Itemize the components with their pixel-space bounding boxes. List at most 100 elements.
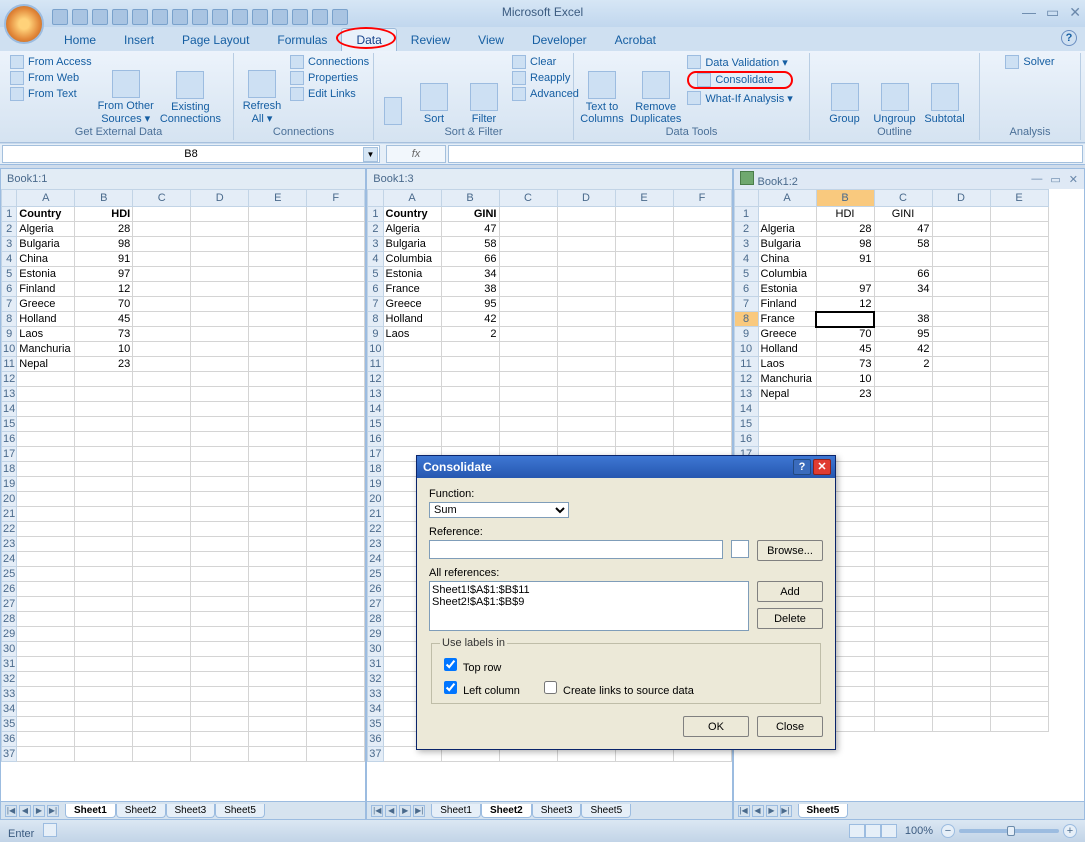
create-links-checkbox[interactable]: [544, 681, 557, 694]
cell[interactable]: [874, 702, 932, 717]
cell[interactable]: [932, 642, 990, 657]
cell[interactable]: 10: [75, 342, 133, 357]
cell[interactable]: [990, 282, 1048, 297]
cell[interactable]: [191, 657, 249, 672]
cell[interactable]: [17, 537, 75, 552]
cell[interactable]: [874, 252, 932, 267]
cell[interactable]: [874, 657, 932, 672]
cell[interactable]: [75, 582, 133, 597]
cell[interactable]: Bulgaria: [758, 237, 816, 252]
cell[interactable]: Holland: [383, 312, 441, 327]
cell[interactable]: [133, 552, 191, 567]
reapply-button[interactable]: Reapply: [512, 71, 579, 85]
pagebreak-view-button[interactable]: [881, 824, 897, 838]
cell[interactable]: [249, 732, 307, 747]
cell[interactable]: [191, 747, 249, 762]
cell[interactable]: [75, 432, 133, 447]
cell[interactable]: [441, 432, 499, 447]
cell[interactable]: [615, 372, 673, 387]
cell[interactable]: [75, 402, 133, 417]
cell[interactable]: 98: [816, 237, 874, 252]
cell[interactable]: [615, 357, 673, 372]
cell[interactable]: [990, 702, 1048, 717]
cell[interactable]: [75, 417, 133, 432]
cell[interactable]: [990, 672, 1048, 687]
cell[interactable]: [874, 462, 932, 477]
namebox-dropdown-icon[interactable]: ▼: [363, 147, 378, 162]
cell[interactable]: [990, 582, 1048, 597]
cell[interactable]: [932, 372, 990, 387]
cell[interactable]: [249, 342, 307, 357]
cell[interactable]: [673, 207, 731, 222]
cell[interactable]: [990, 522, 1048, 537]
cell[interactable]: [307, 537, 365, 552]
left-column-checkbox[interactable]: [444, 681, 457, 694]
cell[interactable]: [191, 612, 249, 627]
cell[interactable]: [615, 327, 673, 342]
cell[interactable]: [874, 582, 932, 597]
cell[interactable]: [249, 627, 307, 642]
cell[interactable]: Holland: [758, 342, 816, 357]
office-button[interactable]: [4, 4, 44, 44]
cell[interactable]: [932, 417, 990, 432]
zoom-out-button[interactable]: −: [941, 824, 955, 838]
cell[interactable]: [874, 447, 932, 462]
cell[interactable]: [499, 387, 557, 402]
cell[interactable]: 12: [75, 282, 133, 297]
cell[interactable]: [874, 297, 932, 312]
cell[interactable]: [307, 717, 365, 732]
cell[interactable]: [874, 552, 932, 567]
cell[interactable]: [932, 567, 990, 582]
cell[interactable]: [307, 357, 365, 372]
cell[interactable]: Nepal: [17, 357, 75, 372]
cell[interactable]: Finland: [17, 282, 75, 297]
cell[interactable]: [990, 327, 1048, 342]
cell[interactable]: [499, 342, 557, 357]
cell[interactable]: [249, 252, 307, 267]
cell[interactable]: [874, 672, 932, 687]
cell[interactable]: [133, 462, 191, 477]
cell[interactable]: [383, 357, 441, 372]
cell[interactable]: [874, 477, 932, 492]
cell[interactable]: 34: [874, 282, 932, 297]
cell[interactable]: 38: [441, 282, 499, 297]
cell[interactable]: [932, 267, 990, 282]
cell[interactable]: Bulgaria: [17, 237, 75, 252]
cell[interactable]: [133, 522, 191, 537]
cell[interactable]: 73: [816, 357, 874, 372]
cell[interactable]: [673, 327, 731, 342]
tab-first[interactable]: |◀: [5, 805, 17, 817]
cell[interactable]: [932, 237, 990, 252]
tab-data[interactable]: Data: [341, 28, 396, 51]
cell[interactable]: [932, 477, 990, 492]
cell[interactable]: [758, 207, 816, 222]
cell[interactable]: [990, 507, 1048, 522]
cell[interactable]: [932, 672, 990, 687]
cell[interactable]: China: [758, 252, 816, 267]
cell[interactable]: [191, 627, 249, 642]
normal-view-button[interactable]: [849, 824, 865, 838]
cell[interactable]: [133, 402, 191, 417]
sheet-tab-sheet3[interactable]: Sheet3: [532, 804, 582, 818]
tab-prev[interactable]: ◀: [752, 805, 764, 817]
cell[interactable]: [133, 612, 191, 627]
cell[interactable]: Nepal: [758, 387, 816, 402]
ok-button[interactable]: OK: [683, 716, 749, 737]
qat-spell-icon[interactable]: [152, 9, 168, 25]
cell[interactable]: [990, 312, 1048, 327]
cell[interactable]: [17, 717, 75, 732]
cell[interactable]: [615, 222, 673, 237]
qat-insert-icon[interactable]: [312, 9, 328, 25]
cell[interactable]: 97: [816, 282, 874, 297]
cell[interactable]: [133, 672, 191, 687]
cell[interactable]: [307, 477, 365, 492]
cell[interactable]: [932, 327, 990, 342]
cell[interactable]: [932, 507, 990, 522]
cell[interactable]: [758, 432, 816, 447]
cell[interactable]: [499, 327, 557, 342]
cell[interactable]: [615, 312, 673, 327]
cell[interactable]: [307, 522, 365, 537]
cell[interactable]: [932, 552, 990, 567]
cell[interactable]: [191, 732, 249, 747]
cell[interactable]: [133, 327, 191, 342]
